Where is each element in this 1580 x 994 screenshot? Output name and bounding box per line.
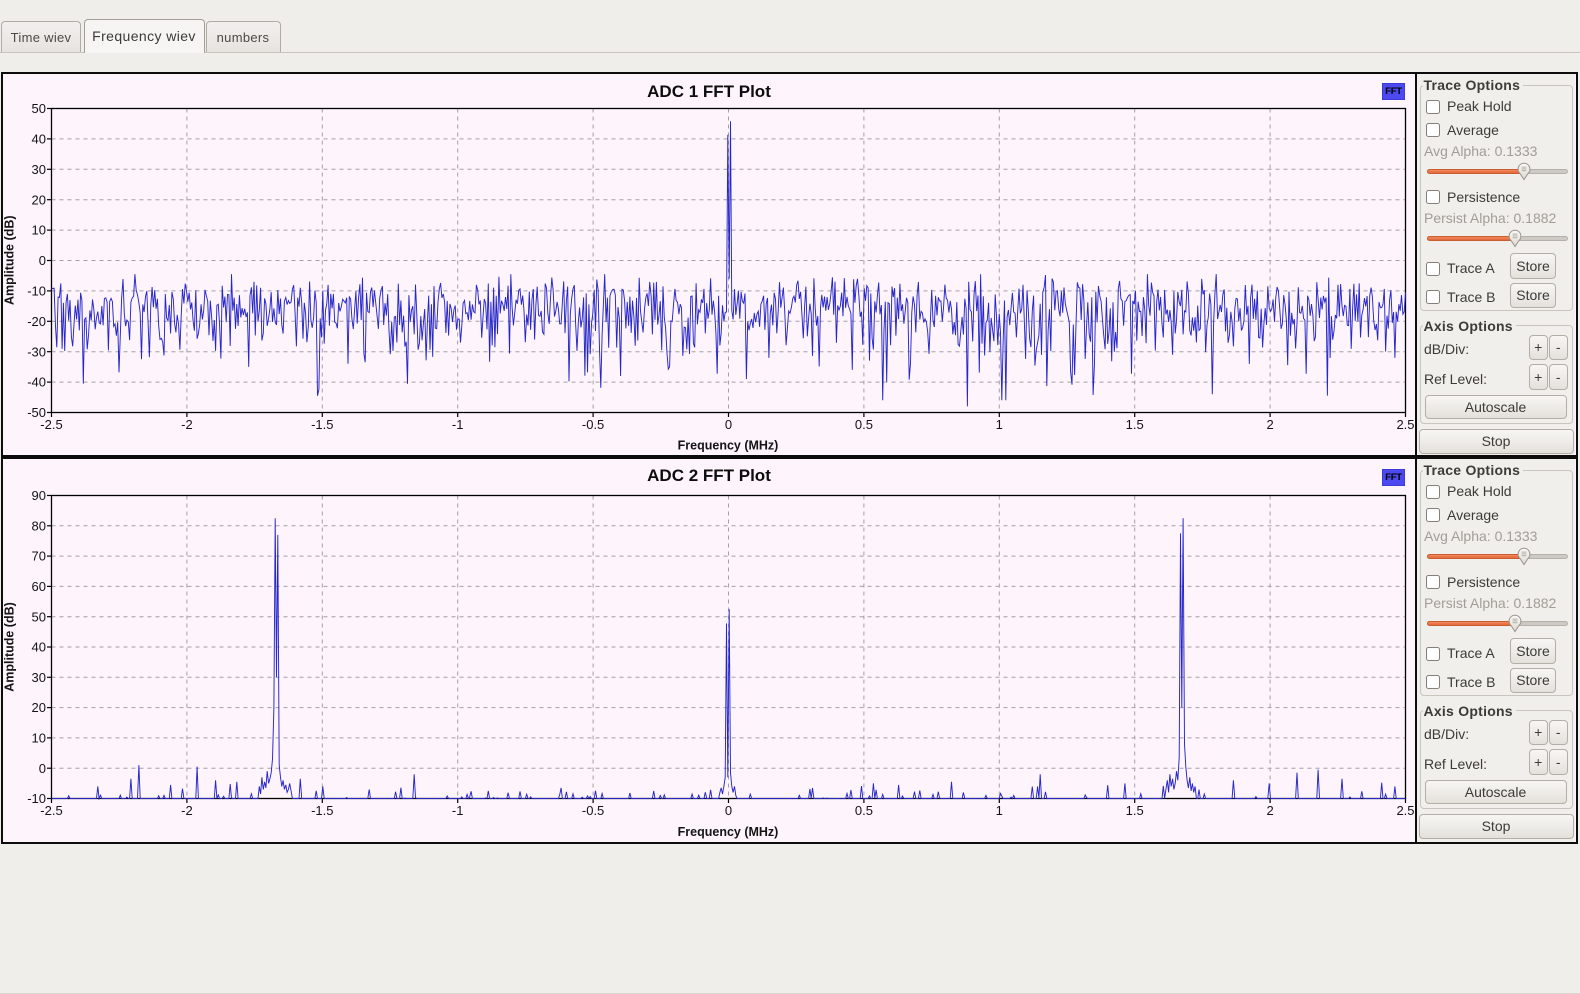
svg-text:-2: -2 <box>181 417 193 432</box>
svg-text:80: 80 <box>32 518 46 533</box>
svg-text:-30: -30 <box>27 344 46 359</box>
svg-text:Amplitude (dB): Amplitude (dB) <box>3 602 17 692</box>
svg-text:-1: -1 <box>452 417 464 432</box>
svg-text:2.5: 2.5 <box>1396 803 1414 818</box>
svg-text:0: 0 <box>39 761 46 776</box>
svg-text:0: 0 <box>39 253 46 268</box>
svg-text:-2.5: -2.5 <box>40 803 62 818</box>
svg-text:-20: -20 <box>27 314 46 329</box>
svg-text:0.5: 0.5 <box>855 803 873 818</box>
svg-text:70: 70 <box>32 549 46 564</box>
svg-text:20: 20 <box>32 700 46 715</box>
svg-text:-2.5: -2.5 <box>40 417 62 432</box>
svg-text:1.5: 1.5 <box>1126 803 1144 818</box>
svg-text:0: 0 <box>725 417 732 432</box>
svg-text:1: 1 <box>996 417 1003 432</box>
svg-text:-1.5: -1.5 <box>311 417 333 432</box>
svg-text:ADC 1 FFT Plot: ADC 1 FFT Plot <box>647 82 771 101</box>
svg-text:30: 30 <box>32 162 46 177</box>
svg-text:90: 90 <box>32 488 46 503</box>
svg-text:-0.5: -0.5 <box>582 803 604 818</box>
svg-text:0: 0 <box>725 803 732 818</box>
svg-text:ADC 2 FFT Plot: ADC 2 FFT Plot <box>647 466 771 485</box>
svg-text:0.5: 0.5 <box>855 417 873 432</box>
svg-text:1: 1 <box>996 803 1003 818</box>
svg-text:-10: -10 <box>27 284 46 299</box>
svg-text:40: 40 <box>32 132 46 147</box>
svg-text:-1: -1 <box>452 803 464 818</box>
svg-text:-1.5: -1.5 <box>311 803 333 818</box>
svg-text:10: 10 <box>32 223 46 238</box>
svg-text:Amplitude (dB): Amplitude (dB) <box>3 215 17 305</box>
svg-text:60: 60 <box>32 579 46 594</box>
svg-text:-40: -40 <box>27 375 46 390</box>
svg-text:1.5: 1.5 <box>1126 417 1144 432</box>
svg-text:30: 30 <box>32 670 46 685</box>
svg-text:2: 2 <box>1266 803 1273 818</box>
svg-text:Frequency (MHz): Frequency (MHz) <box>678 825 779 839</box>
svg-text:10: 10 <box>32 731 46 746</box>
svg-text:Frequency (MHz): Frequency (MHz) <box>678 439 779 453</box>
svg-text:40: 40 <box>32 640 46 655</box>
svg-text:50: 50 <box>32 101 46 116</box>
svg-text:2.5: 2.5 <box>1396 417 1414 432</box>
svg-text:-0.5: -0.5 <box>582 417 604 432</box>
svg-text:-2: -2 <box>181 803 193 818</box>
svg-text:50: 50 <box>32 609 46 624</box>
svg-text:20: 20 <box>32 192 46 207</box>
svg-text:2: 2 <box>1266 417 1273 432</box>
